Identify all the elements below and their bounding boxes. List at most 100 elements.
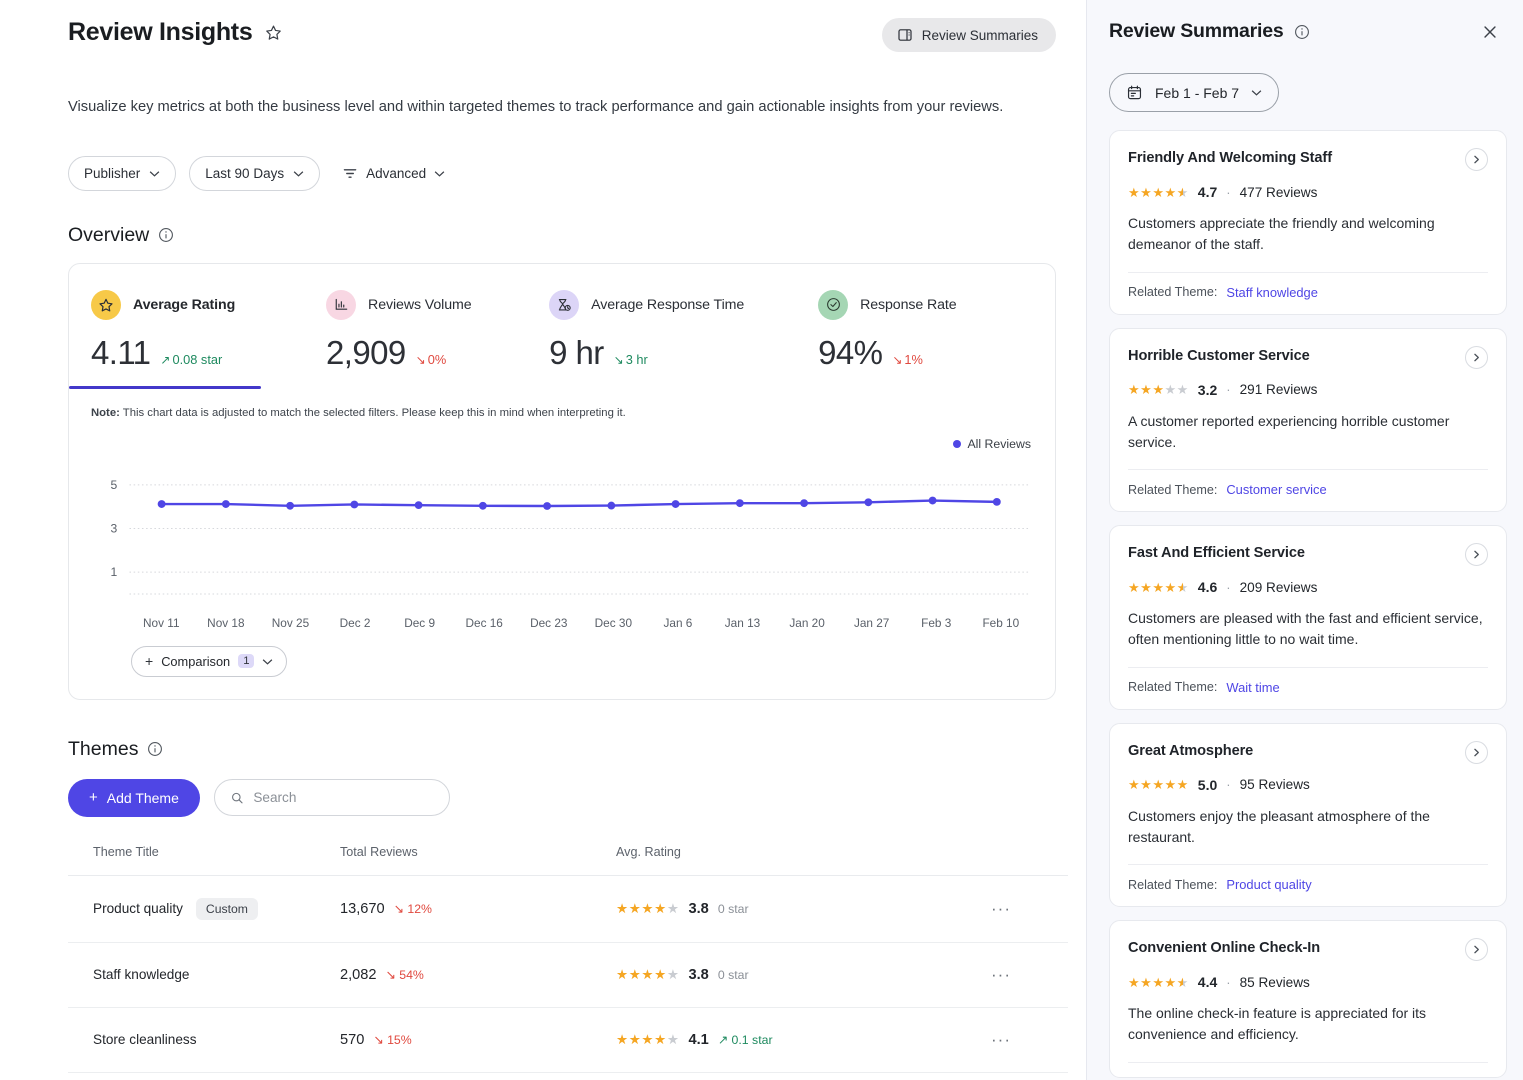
metric-label: Reviews Volume xyxy=(368,296,472,313)
plus-icon: + xyxy=(145,653,154,670)
related-theme-link[interactable]: Product quality xyxy=(1226,877,1311,892)
related-theme-link[interactable]: Staff knowledge xyxy=(1226,285,1318,300)
table-row[interactable]: Store cleanliness 570 ↘ 15% ★★★★★ 4.1 ↗ 0… xyxy=(68,1007,1068,1073)
chart-legend: All Reviews xyxy=(69,419,1055,451)
card-top: Fast And Efficient Service xyxy=(1128,543,1488,567)
svg-text:3: 3 xyxy=(111,521,118,535)
filter-advanced[interactable]: Advanced xyxy=(333,156,461,190)
search-input[interactable] xyxy=(253,790,433,806)
review-count: 209 Reviews xyxy=(1239,579,1318,595)
add-theme-button[interactable]: + Add Theme xyxy=(68,778,200,817)
rating-score: 4.4 xyxy=(1197,974,1218,991)
chevron-right-icon[interactable] xyxy=(1465,345,1488,369)
info-icon[interactable] xyxy=(147,741,163,757)
summary-card[interactable]: Fast And Efficient Service ★★★★★ 4.6 · 2… xyxy=(1109,525,1507,710)
search-icon xyxy=(231,792,243,804)
metric-average-rating[interactable]: Average Rating 4.11 ↗ 0.08 star xyxy=(69,289,304,372)
metric-label: Average Response Time xyxy=(591,296,745,313)
review-summaries-button[interactable]: Review Summaries xyxy=(881,18,1056,52)
ellipsis-icon[interactable]: ··· xyxy=(991,899,1011,918)
x-axis-tick: Dec 30 xyxy=(594,615,633,630)
related-theme-row: Related Theme: Staff knowledge xyxy=(1128,273,1488,314)
related-theme-label: Related Theme: xyxy=(1128,877,1218,892)
metric-delta: ↘ 3 hr xyxy=(613,352,648,368)
related-theme-label: Related Theme: xyxy=(1128,482,1218,497)
filter-publisher[interactable]: Publisher xyxy=(68,155,177,191)
table-header-row: Theme Title Total Reviews Avg. Rating xyxy=(68,844,1068,876)
x-axis-tick: Feb 3 xyxy=(921,615,952,630)
summary-card-list: Friendly And Welcoming Staff ★★★★★ 4.7 ·… xyxy=(1109,130,1507,1078)
page-description: Visualize key metrics at both the busine… xyxy=(68,99,1004,115)
summary-title: Friendly And Welcoming Staff xyxy=(1128,150,1332,166)
legend-label: All Reviews xyxy=(967,436,1031,451)
x-axis-tick: Dec 23 xyxy=(530,615,568,630)
summary-text: Customers enjoy the pleasant atmosphere … xyxy=(1128,807,1430,845)
summary-text: The online check-in feature is appreciat… xyxy=(1128,1005,1427,1043)
ellipsis-icon[interactable]: ··· xyxy=(991,1030,1011,1049)
theme-name: Store cleanliness xyxy=(93,1031,197,1047)
metrics-row: Average Rating 4.11 ↗ 0.08 star Reviews … xyxy=(69,264,1055,389)
x-axis-tick: Jan 13 xyxy=(724,615,761,630)
check-circle-icon xyxy=(818,289,849,320)
cell-actions: ··· xyxy=(991,1007,1068,1073)
summary-title: Fast And Efficient Service xyxy=(1128,545,1305,562)
cell-total-reviews: 570 ↘ 15% xyxy=(340,1007,616,1073)
page-header: Review Insights Review Summaries xyxy=(68,18,1056,52)
related-theme-row: Related Theme: Product quality xyxy=(1128,865,1488,906)
panel-date-range-picker[interactable]: Feb 1 - Feb 7 xyxy=(1109,73,1280,112)
calendar-icon xyxy=(1127,85,1142,100)
panel-layout-icon xyxy=(897,27,913,43)
themes-controls: + Add Theme xyxy=(68,778,1056,817)
x-axis-tick: Dec 9 xyxy=(404,615,436,630)
close-icon[interactable] xyxy=(1481,23,1499,41)
theme-name: Product quality xyxy=(93,900,183,916)
star-outline-icon[interactable] xyxy=(265,24,282,41)
summary-title: Horrible Customer Service xyxy=(1128,347,1310,364)
rating-value: 4.1 xyxy=(688,1031,709,1048)
star-rating-icons: ★★★★★ xyxy=(1128,184,1189,200)
cell-actions: ··· xyxy=(991,942,1068,1008)
chart-note-text: This chart data is adjusted to match the… xyxy=(119,406,626,419)
metric-response-rate[interactable]: Response Rate 94% ↘ 1% xyxy=(796,289,1055,372)
chevron-right-icon[interactable] xyxy=(1465,148,1488,171)
cell-actions: ··· xyxy=(991,875,1068,943)
summary-card[interactable]: Convenient Online Check-In ★★★★★ 4.4 · 8… xyxy=(1109,920,1507,1078)
total-reviews-value: 570 xyxy=(340,1031,365,1048)
filter-bar: Publisher Last 90 Days Advanced xyxy=(68,155,1056,191)
comparison-button[interactable]: + Comparison 1 xyxy=(131,645,288,677)
info-icon[interactable] xyxy=(1294,24,1310,40)
filter-date-range[interactable]: Last 90 Days xyxy=(189,155,321,191)
related-theme-link[interactable]: Wait time xyxy=(1226,680,1279,695)
info-icon[interactable] xyxy=(158,227,174,243)
chevron-down-icon xyxy=(434,171,445,177)
table-row[interactable]: Product quality Custom 13,670 ↘ 12% ★★★★★ … xyxy=(68,875,1068,943)
metric-average-response-time[interactable]: Average Response Time 9 hr ↘ 3 hr xyxy=(527,289,796,372)
x-axis-tick: Feb 10 xyxy=(982,615,1020,630)
summary-rating-row: ★★★★★ 4.4 · 85 Reviews xyxy=(1128,974,1488,990)
chevron-down-icon xyxy=(293,171,304,177)
summary-card[interactable]: Friendly And Welcoming Staff ★★★★★ 4.7 ·… xyxy=(1109,130,1507,315)
related-theme-label: Related Theme: xyxy=(1128,285,1218,300)
column-total-reviews: Total Reviews xyxy=(340,844,616,876)
star-rating-icons: ★★★★★ xyxy=(1128,579,1189,595)
filter-date-range-label: Last 90 Days xyxy=(205,165,285,181)
chevron-right-icon[interactable] xyxy=(1465,740,1488,764)
summary-card[interactable]: Horrible Customer Service ★★★★★ 3.2 · 29… xyxy=(1109,327,1507,513)
legend-item-all-reviews[interactable]: All Reviews xyxy=(953,437,1031,451)
title-group: Review Insights xyxy=(68,18,282,47)
svg-text:1: 1 xyxy=(111,565,118,579)
panel-title-group: Review Summaries xyxy=(1109,20,1310,43)
chevron-right-icon[interactable] xyxy=(1465,543,1488,567)
summary-card[interactable]: Great Atmosphere ★★★★★ 5.0 · 95 Reviews … xyxy=(1109,722,1507,908)
themes-search[interactable] xyxy=(213,779,450,817)
rating-trend-chart: 1 3 5 xyxy=(91,457,1033,612)
metric-reviews-volume[interactable]: Reviews Volume 2,909 ↘ 0% xyxy=(304,289,527,372)
related-theme-link[interactable]: Customer service xyxy=(1226,482,1326,497)
comparison-row: + Comparison 1 xyxy=(69,630,1055,699)
chevron-right-icon[interactable] xyxy=(1465,938,1488,962)
ellipsis-icon[interactable]: ··· xyxy=(991,965,1011,984)
panel-date-range-label: Feb 1 - Feb 7 xyxy=(1155,84,1240,101)
table-row[interactable]: Staff knowledge 2,082 ↘ 54% ★★★★★ 3.8 0 s… xyxy=(68,942,1068,1008)
star-rating-icons: ★★★★★ xyxy=(1128,777,1189,793)
metric-label: Average Rating xyxy=(133,296,236,313)
